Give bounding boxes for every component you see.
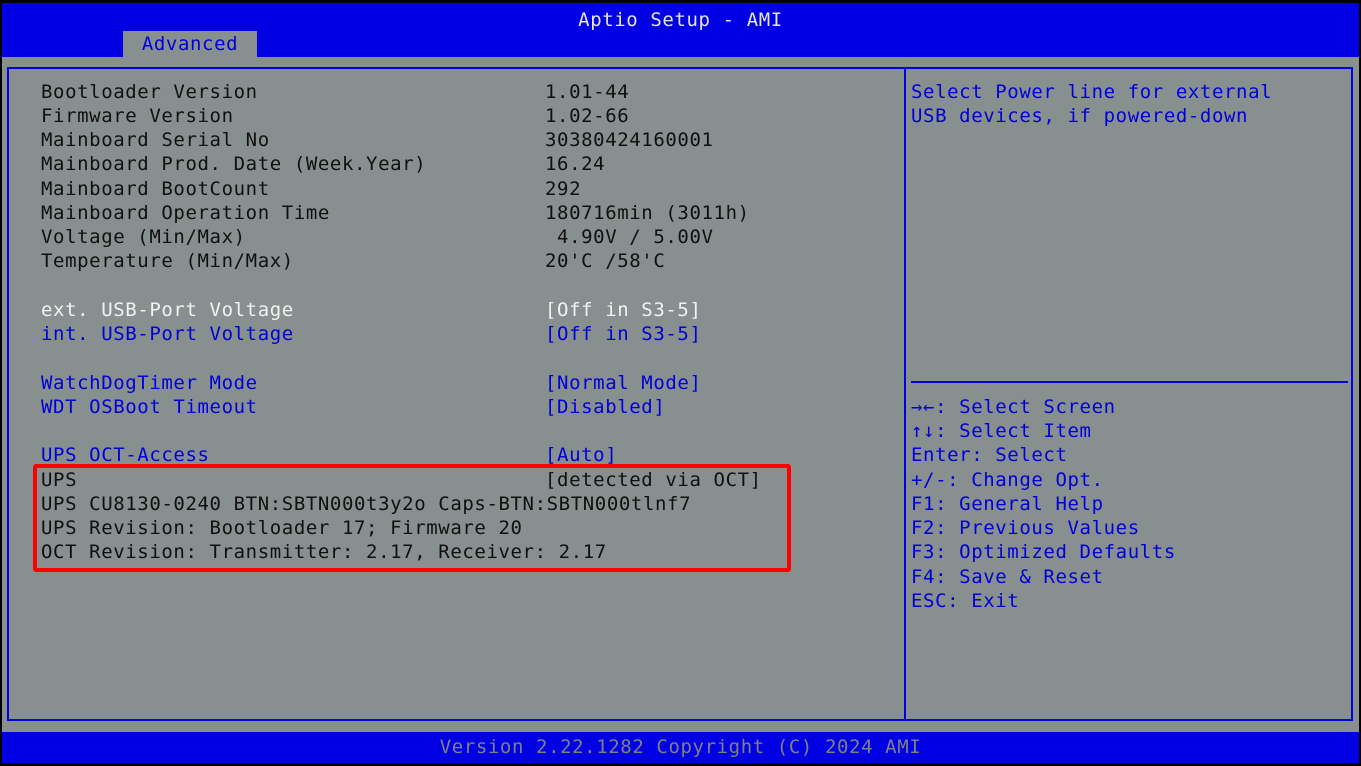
setting-wdt-osboot-timeout[interactable]: WDT OSBoot Timeout: [41, 395, 258, 419]
setting-ext-usb-voltage[interactable]: ext. USB-Port Voltage: [41, 298, 294, 322]
bootloader-version-label: Bootloader Version: [41, 81, 258, 103]
setting-int-usb-voltage[interactable]: int. USB-Port Voltage: [41, 322, 294, 346]
nav-save-reset: F4: Save & Reset: [911, 566, 1104, 588]
setting-wdt-osboot-timeout-value[interactable]: [Disabled]: [545, 395, 665, 419]
serial-no-value: 30380424160001: [545, 129, 714, 151]
firmware-version-label: Firmware Version: [41, 105, 234, 127]
bios-screen: Aptio Setup - AMI Advanced Bootloader Ve…: [2, 3, 1359, 763]
app-title: Aptio Setup - AMI: [578, 9, 783, 31]
help-text-line-1: Select Power line for external: [911, 81, 1273, 103]
prod-date-label: Mainboard Prod. Date (Week.Year): [41, 153, 427, 175]
setting-int-usb-voltage-value[interactable]: [Off in S3-5]: [545, 322, 702, 346]
title-bar: Aptio Setup - AMI Advanced: [2, 3, 1359, 57]
serial-no-label: Mainboard Serial No: [41, 129, 270, 151]
nav-previous-values: F2: Previous Values: [911, 517, 1140, 539]
setting-watchdog-mode[interactable]: WatchDogTimer Mode: [41, 371, 258, 395]
voltage-label: Voltage (Min/Max): [41, 226, 246, 248]
temperature-value: 20'C /58'C: [545, 250, 666, 272]
voltage-value: 4.90V / 5.00V: [545, 226, 714, 248]
prod-date-value: 16.24: [545, 153, 606, 175]
help-divider-horizontal: [911, 381, 1348, 383]
temperature-label: Temperature (Min/Max): [41, 250, 294, 272]
nav-enter-select: Enter: Select: [911, 444, 1068, 466]
bootloader-version-value: 1.01-44: [545, 81, 630, 103]
panel-divider-vertical: [904, 67, 906, 721]
tab-advanced[interactable]: Advanced: [123, 31, 257, 57]
nav-change-opt: +/-: Change Opt.: [911, 469, 1104, 491]
nav-select-screen: →←: Select Screen: [911, 396, 1116, 418]
operation-time-label: Mainboard Operation Time: [41, 202, 330, 224]
version-text: Version 2.22.1282 Copyright (C) 2024 AMI: [439, 736, 922, 758]
nav-exit: ESC: Exit: [911, 590, 1020, 612]
highlight-box: [33, 464, 791, 572]
operation-time-value: 180716min (3011h): [545, 202, 750, 224]
bootcount-label: Mainboard BootCount: [41, 178, 270, 200]
footer-bar: Version 2.22.1282 Copyright (C) 2024 AMI: [2, 732, 1359, 763]
setting-watchdog-mode-value[interactable]: [Normal Mode]: [545, 371, 702, 395]
nav-optimized-defaults: F3: Optimized Defaults: [911, 541, 1176, 563]
firmware-version-value: 1.02-66: [545, 105, 630, 127]
help-text-line-2: USB devices, if powered-down: [911, 105, 1249, 127]
nav-general-help: F1: General Help: [911, 493, 1104, 515]
bootcount-value: 292: [545, 178, 582, 200]
setting-ext-usb-voltage-value[interactable]: [Off in S3-5]: [545, 298, 702, 322]
nav-select-item: ↑↓: Select Item: [911, 420, 1092, 442]
